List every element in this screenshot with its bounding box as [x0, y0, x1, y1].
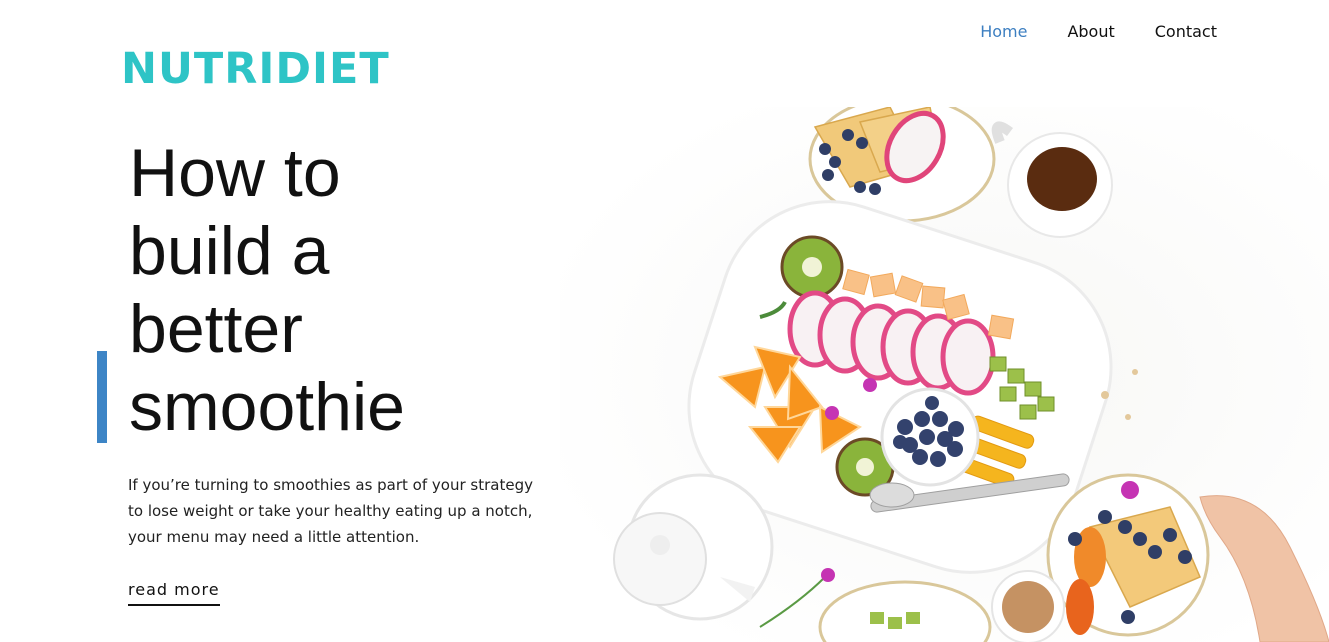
nav-about-link[interactable]: About: [1067, 20, 1114, 44]
accent-bar: [97, 351, 107, 443]
headline-line: build a: [129, 213, 330, 289]
food-illustration: [560, 107, 1329, 642]
page-title: How to build a better smoothie: [129, 134, 549, 446]
headline-line: smoothie: [129, 369, 405, 445]
intro-paragraph: If you’re turning to smoothies as part o…: [128, 476, 533, 546]
read-more-link[interactable]: read more: [128, 580, 220, 606]
coffee-cup: [991, 570, 1065, 642]
main-nav: Home About Contact: [980, 20, 1217, 44]
headline-line: How to: [129, 135, 341, 211]
headline-line: better: [129, 291, 303, 367]
hero-image: [560, 107, 1329, 642]
crepe-plate-right: [1046, 473, 1210, 637]
nav-contact-link[interactable]: Contact: [1155, 20, 1217, 44]
logo[interactable]: NUTRIDIET: [121, 44, 390, 94]
nav-home-link[interactable]: Home: [980, 20, 1027, 44]
